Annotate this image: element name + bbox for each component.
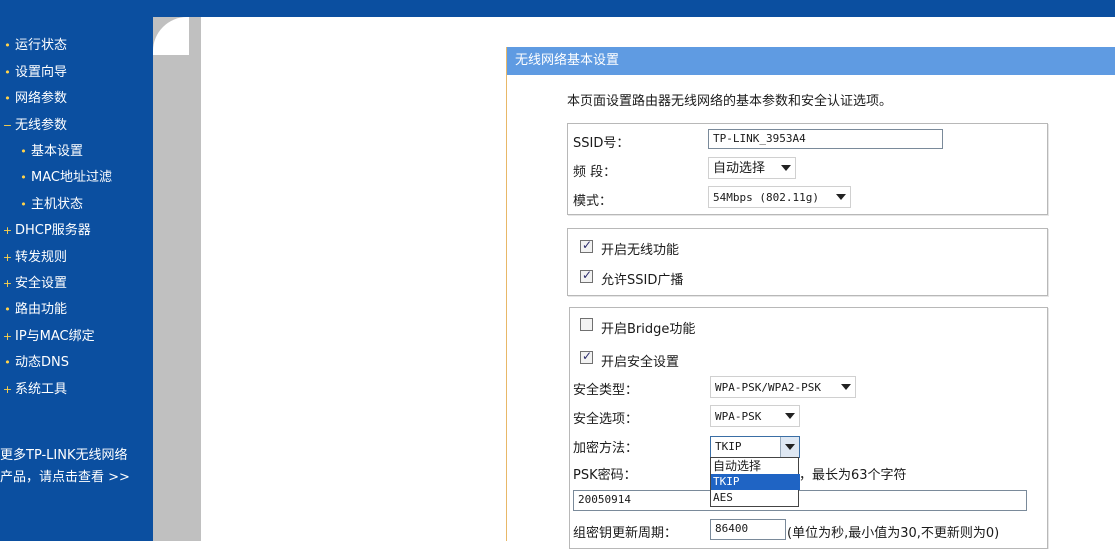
bridge-label: 开启Bridge功能 bbox=[601, 322, 696, 337]
cipher-option-tkip[interactable]: TKIP bbox=[711, 474, 800, 490]
checkmark-icon: ✓ bbox=[582, 268, 593, 282]
psk-label: PSK密码： bbox=[573, 468, 637, 483]
nav-item-label: 转发规则 bbox=[15, 250, 68, 265]
nav-item-label: 安全设置 bbox=[15, 276, 68, 291]
chevron-down-icon bbox=[781, 165, 791, 171]
nav-item-run-status[interactable]: • 运行状态 bbox=[0, 35, 67, 57]
sidebar-nav: • 运行状态 • 设置向导 • 网络参数 − 无线参数 • 基本设置 • MAC地址过滤 •… bbox=[0, 17, 153, 541]
ssid-input[interactable]: TP-LINK_3953A4 bbox=[708, 129, 943, 149]
rekey-label: 组密钥更新周期： bbox=[573, 526, 678, 541]
psk-password-input[interactable]: 20050914 bbox=[573, 490, 1027, 511]
promo-link-line2[interactable]: 产品，请点击查看 >> bbox=[0, 467, 153, 489]
expand-icon: + bbox=[2, 330, 13, 343]
ssid-broadcast-label: 允许SSID广播 bbox=[601, 273, 684, 288]
nav-subitem-mac-filter[interactable]: • MAC地址过滤 bbox=[16, 167, 112, 189]
ssid-label: SSID号： bbox=[573, 136, 630, 151]
chevron-down-icon bbox=[841, 384, 851, 390]
security-option-select[interactable]: WPA-PSK bbox=[710, 405, 800, 427]
main-panel: 无线网络基本设置 本页面设置路由器无线网络的基本参数和安全认证选项。 SSID号… bbox=[506, 47, 1115, 549]
cipher-label: 加密方法： bbox=[573, 441, 639, 456]
nav-item-label: DHCP服务器 bbox=[15, 223, 91, 238]
nav-item-label: 基本设置 bbox=[31, 144, 84, 159]
nav-item-ip-mac-binding[interactable]: + IP与MAC绑定 bbox=[0, 326, 95, 348]
band-label: 频 段： bbox=[573, 165, 617, 180]
bullet-icon: • bbox=[4, 356, 11, 369]
mode-select[interactable]: 54Mbps (802.11g) bbox=[708, 186, 851, 208]
nav-item-label: 路由功能 bbox=[15, 302, 68, 317]
bullet-icon: • bbox=[4, 39, 11, 52]
bullet-icon: • bbox=[20, 171, 27, 184]
page-description: 本页面设置路由器无线网络的基本参数和安全认证选项。 bbox=[567, 94, 893, 109]
enable-security-label: 开启安全设置 bbox=[601, 355, 680, 370]
security-option-label: 安全选项： bbox=[573, 412, 639, 427]
chevron-down-icon bbox=[836, 194, 846, 200]
expand-icon: + bbox=[2, 251, 13, 264]
collapse-icon: − bbox=[2, 119, 13, 132]
nav-item-label: 网络参数 bbox=[15, 91, 68, 106]
checkmark-icon: ✓ bbox=[582, 238, 593, 252]
mode-label: 模式： bbox=[573, 194, 613, 209]
enable-wireless-label: 开启无线功能 bbox=[601, 243, 680, 258]
nav-item-security-settings[interactable]: + 安全设置 bbox=[0, 273, 67, 295]
bullet-icon: • bbox=[20, 145, 27, 158]
security-type-value: WPA-PSK/WPA2-PSK bbox=[715, 381, 821, 394]
nav-item-label: MAC地址过滤 bbox=[31, 170, 112, 185]
nav-item-label: 无线参数 bbox=[15, 118, 68, 133]
cipher-select-value: TKIP bbox=[715, 440, 742, 453]
bullet-icon: • bbox=[4, 66, 11, 79]
cipher-dropdown-list: 自动选择 TKIP AES bbox=[710, 457, 800, 507]
bullet-icon: • bbox=[4, 303, 11, 316]
chevron-down-icon bbox=[785, 444, 795, 450]
top-banner bbox=[0, 0, 1115, 17]
nav-item-dhcp-server[interactable]: + DHCP服务器 bbox=[0, 220, 91, 242]
security-option-value: WPA-PSK bbox=[715, 410, 762, 423]
nav-item-label: 主机状态 bbox=[31, 197, 84, 212]
rekey-period-input[interactable]: 86400 bbox=[710, 519, 786, 540]
nav-item-forwarding-rules[interactable]: + 转发规则 bbox=[0, 247, 67, 269]
bullet-icon: • bbox=[4, 92, 11, 105]
nav-item-system-tools[interactable]: + 系统工具 bbox=[0, 379, 67, 401]
security-type-label: 安全类型： bbox=[573, 383, 639, 398]
chevron-down-icon bbox=[785, 413, 795, 419]
band-select-value: 自动选择 bbox=[713, 161, 766, 176]
nav-item-label: IP与MAC绑定 bbox=[15, 329, 95, 344]
expand-icon: + bbox=[2, 383, 13, 396]
cipher-select[interactable]: TKIP bbox=[710, 436, 800, 458]
nav-subitem-basic-settings[interactable]: • 基本设置 bbox=[16, 141, 83, 163]
psk-hint: ，最长为63个字符 bbox=[799, 468, 907, 483]
frame-divider bbox=[153, 17, 201, 541]
nav-item-label: 系统工具 bbox=[15, 382, 68, 397]
nav-item-label: 设置向导 bbox=[15, 65, 68, 80]
cipher-option-aes[interactable]: AES bbox=[711, 490, 800, 506]
mode-select-value: 54Mbps (802.11g) bbox=[713, 191, 819, 204]
checkmark-icon: ✓ bbox=[582, 349, 593, 363]
expand-icon: + bbox=[2, 277, 13, 290]
promo-link-line1[interactable]: 更多TP-LINK无线网络 bbox=[0, 445, 153, 467]
dropdown-button[interactable] bbox=[780, 437, 799, 457]
rekey-note: (单位为秒,最小值为30,不更新则为0) bbox=[787, 526, 1000, 541]
nav-subitem-host-status[interactable]: • 主机状态 bbox=[16, 194, 83, 216]
nav-item-label: 动态DNS bbox=[15, 355, 69, 370]
enable-wireless-checkbox[interactable]: ✓ bbox=[580, 238, 593, 253]
ssid-broadcast-checkbox[interactable]: ✓ bbox=[580, 268, 593, 283]
nav-item-routing[interactable]: • 路由功能 bbox=[0, 299, 67, 321]
panel-title: 无线网络基本设置 bbox=[515, 53, 620, 68]
expand-icon: + bbox=[2, 224, 13, 237]
cipher-option-auto[interactable]: 自动选择 bbox=[711, 458, 800, 474]
security-group bbox=[569, 307, 1048, 549]
bridge-checkbox[interactable] bbox=[580, 318, 593, 331]
bullet-icon: • bbox=[20, 198, 27, 211]
security-type-select[interactable]: WPA-PSK/WPA2-PSK bbox=[710, 376, 856, 398]
nav-item-setup-wizard[interactable]: • 设置向导 bbox=[0, 62, 67, 84]
nav-item-wireless-params[interactable]: − 无线参数 bbox=[0, 115, 67, 137]
panel-header: 无线网络基本设置 bbox=[507, 47, 1115, 75]
nav-item-label: 运行状态 bbox=[15, 38, 68, 53]
enable-security-checkbox[interactable]: ✓ bbox=[580, 349, 593, 364]
nav-item-network-params[interactable]: • 网络参数 bbox=[0, 88, 67, 110]
nav-item-dynamic-dns[interactable]: • 动态DNS bbox=[0, 352, 69, 374]
band-select[interactable]: 自动选择 bbox=[708, 157, 796, 179]
